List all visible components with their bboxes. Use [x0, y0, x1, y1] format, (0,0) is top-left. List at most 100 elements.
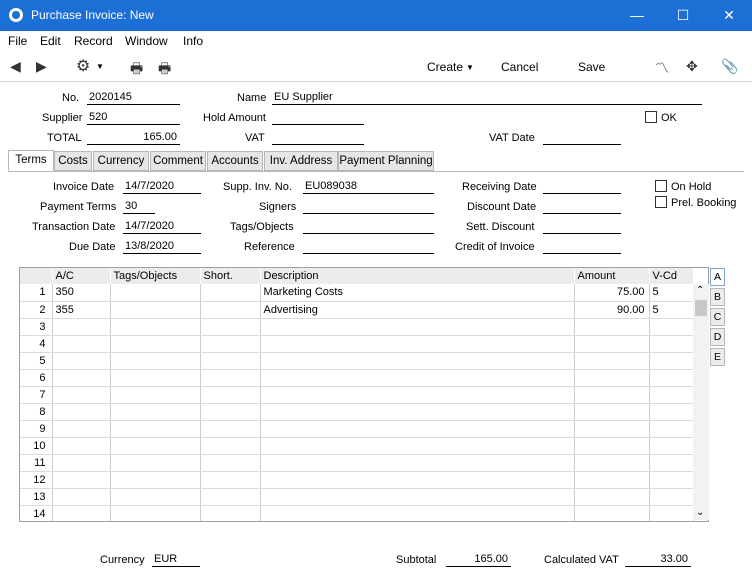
save-button[interactable]: Save	[578, 60, 605, 74]
short-cell[interactable]	[200, 471, 261, 489]
vat-code-cell[interactable]	[649, 386, 694, 404]
tags-objects-cell[interactable]	[110, 284, 201, 302]
vat-code-cell[interactable]	[649, 505, 694, 521]
on-hold-checkbox[interactable]	[655, 180, 667, 192]
description-cell[interactable]: Advertising	[260, 301, 575, 319]
account-cell[interactable]	[52, 386, 111, 404]
discount-date-field[interactable]	[543, 200, 621, 214]
table-row[interactable]: 14	[20, 505, 694, 521]
description-cell[interactable]	[260, 505, 575, 521]
table-row[interactable]: 8	[20, 403, 694, 421]
side-tab-e[interactable]: E	[710, 348, 725, 366]
create-button[interactable]: Create	[427, 60, 463, 74]
short-cell[interactable]	[200, 454, 261, 472]
table-row[interactable]: 3	[20, 318, 694, 336]
description-cell[interactable]	[260, 454, 575, 472]
create-dropdown-icon[interactable]: ▼	[466, 63, 474, 72]
activity-icon[interactable]: 〽	[655, 58, 669, 78]
menu-file[interactable]: File	[8, 34, 27, 48]
account-cell[interactable]	[52, 505, 111, 521]
tags-objects-cell[interactable]	[110, 437, 201, 455]
previous-record-icon[interactable]: ◀	[10, 58, 21, 75]
grid-scrollbar[interactable]: ⌃ ⌄	[693, 284, 709, 520]
description-cell[interactable]	[260, 335, 575, 353]
vat-code-cell[interactable]	[649, 420, 694, 438]
minimize-button[interactable]: —	[614, 0, 660, 31]
account-cell[interactable]	[52, 471, 111, 489]
account-cell[interactable]	[52, 335, 111, 353]
short-cell[interactable]	[200, 352, 261, 370]
transaction-date-field[interactable]: 14/7/2020	[123, 220, 201, 234]
vat-code-cell[interactable]	[649, 437, 694, 455]
invoice-date-field[interactable]: 14/7/2020	[123, 180, 201, 194]
vat-code-cell[interactable]	[649, 488, 694, 506]
next-record-icon[interactable]: ▶	[36, 58, 47, 75]
short-cell[interactable]	[200, 369, 261, 387]
menu-window[interactable]: Window	[125, 34, 168, 48]
no-field[interactable]: 2020145	[87, 91, 180, 105]
vat-code-cell[interactable]	[649, 471, 694, 489]
description-cell[interactable]	[260, 369, 575, 387]
account-cell[interactable]	[52, 318, 111, 336]
table-row[interactable]: 13	[20, 488, 694, 506]
amount-cell[interactable]: 90.00	[574, 301, 650, 319]
tags-objects-cell[interactable]	[110, 420, 201, 438]
account-cell[interactable]	[52, 454, 111, 472]
reference-field[interactable]	[303, 240, 434, 254]
invoice-rows-grid[interactable]: A/C Tags/Objects Short. Description Amou…	[19, 267, 709, 522]
description-cell[interactable]	[260, 403, 575, 421]
short-cell[interactable]	[200, 318, 261, 336]
vat-code-cell[interactable]	[649, 403, 694, 421]
short-cell[interactable]	[200, 386, 261, 404]
tags-objects-cell[interactable]	[110, 505, 201, 521]
tags-objects-cell[interactable]	[110, 369, 201, 387]
table-row[interactable]: 12	[20, 471, 694, 489]
short-cell[interactable]	[200, 284, 261, 302]
account-cell[interactable]	[52, 352, 111, 370]
hold-amount-field[interactable]	[272, 111, 364, 125]
short-cell[interactable]	[200, 403, 261, 421]
table-row[interactable]: 2 355 Advertising 90.00 5	[20, 301, 694, 319]
amount-cell[interactable]	[574, 420, 650, 438]
amount-cell[interactable]	[574, 352, 650, 370]
menu-record[interactable]: Record	[74, 34, 113, 48]
description-cell[interactable]	[260, 352, 575, 370]
account-cell[interactable]: 350	[52, 284, 111, 302]
amount-cell[interactable]	[574, 471, 650, 489]
account-cell[interactable]	[52, 420, 111, 438]
side-tab-a[interactable]: A	[710, 268, 725, 286]
amount-cell[interactable]	[574, 318, 650, 336]
prel-booking-checkbox[interactable]	[655, 196, 667, 208]
menu-info[interactable]: Info	[183, 34, 203, 48]
expand-icon[interactable]: ✥	[686, 58, 698, 75]
short-cell[interactable]	[200, 505, 261, 521]
tags-objects-cell[interactable]	[110, 318, 201, 336]
description-cell[interactable]	[260, 488, 575, 506]
amount-cell[interactable]	[574, 505, 650, 521]
vat-field[interactable]	[272, 131, 364, 145]
scroll-down-icon[interactable]: ⌄	[696, 507, 704, 518]
account-cell[interactable]	[52, 403, 111, 421]
vat-code-cell[interactable]: 5	[649, 301, 694, 319]
tags-objects-cell[interactable]	[110, 488, 201, 506]
amount-cell[interactable]	[574, 488, 650, 506]
description-cell[interactable]	[260, 420, 575, 438]
table-row[interactable]: 4	[20, 335, 694, 353]
vat-code-cell[interactable]	[649, 454, 694, 472]
signers-field[interactable]	[303, 200, 434, 214]
vat-code-cell[interactable]	[649, 352, 694, 370]
cancel-button[interactable]: Cancel	[501, 60, 538, 74]
description-cell[interactable]	[260, 318, 575, 336]
table-row[interactable]: 5	[20, 352, 694, 370]
tags-objects-cell[interactable]	[110, 301, 201, 319]
amount-cell[interactable]	[574, 454, 650, 472]
menu-edit[interactable]: Edit	[40, 34, 61, 48]
short-cell[interactable]	[200, 437, 261, 455]
vat-code-cell[interactable]	[649, 318, 694, 336]
close-button[interactable]: ✕	[706, 0, 752, 31]
amount-cell[interactable]: 75.00	[574, 284, 650, 302]
gear-icon[interactable]: ⚙	[76, 56, 90, 76]
vat-date-field[interactable]	[543, 131, 621, 145]
tab-payment-planning[interactable]: Payment Planning	[338, 151, 434, 171]
name-field[interactable]: EU Supplier	[272, 91, 702, 105]
